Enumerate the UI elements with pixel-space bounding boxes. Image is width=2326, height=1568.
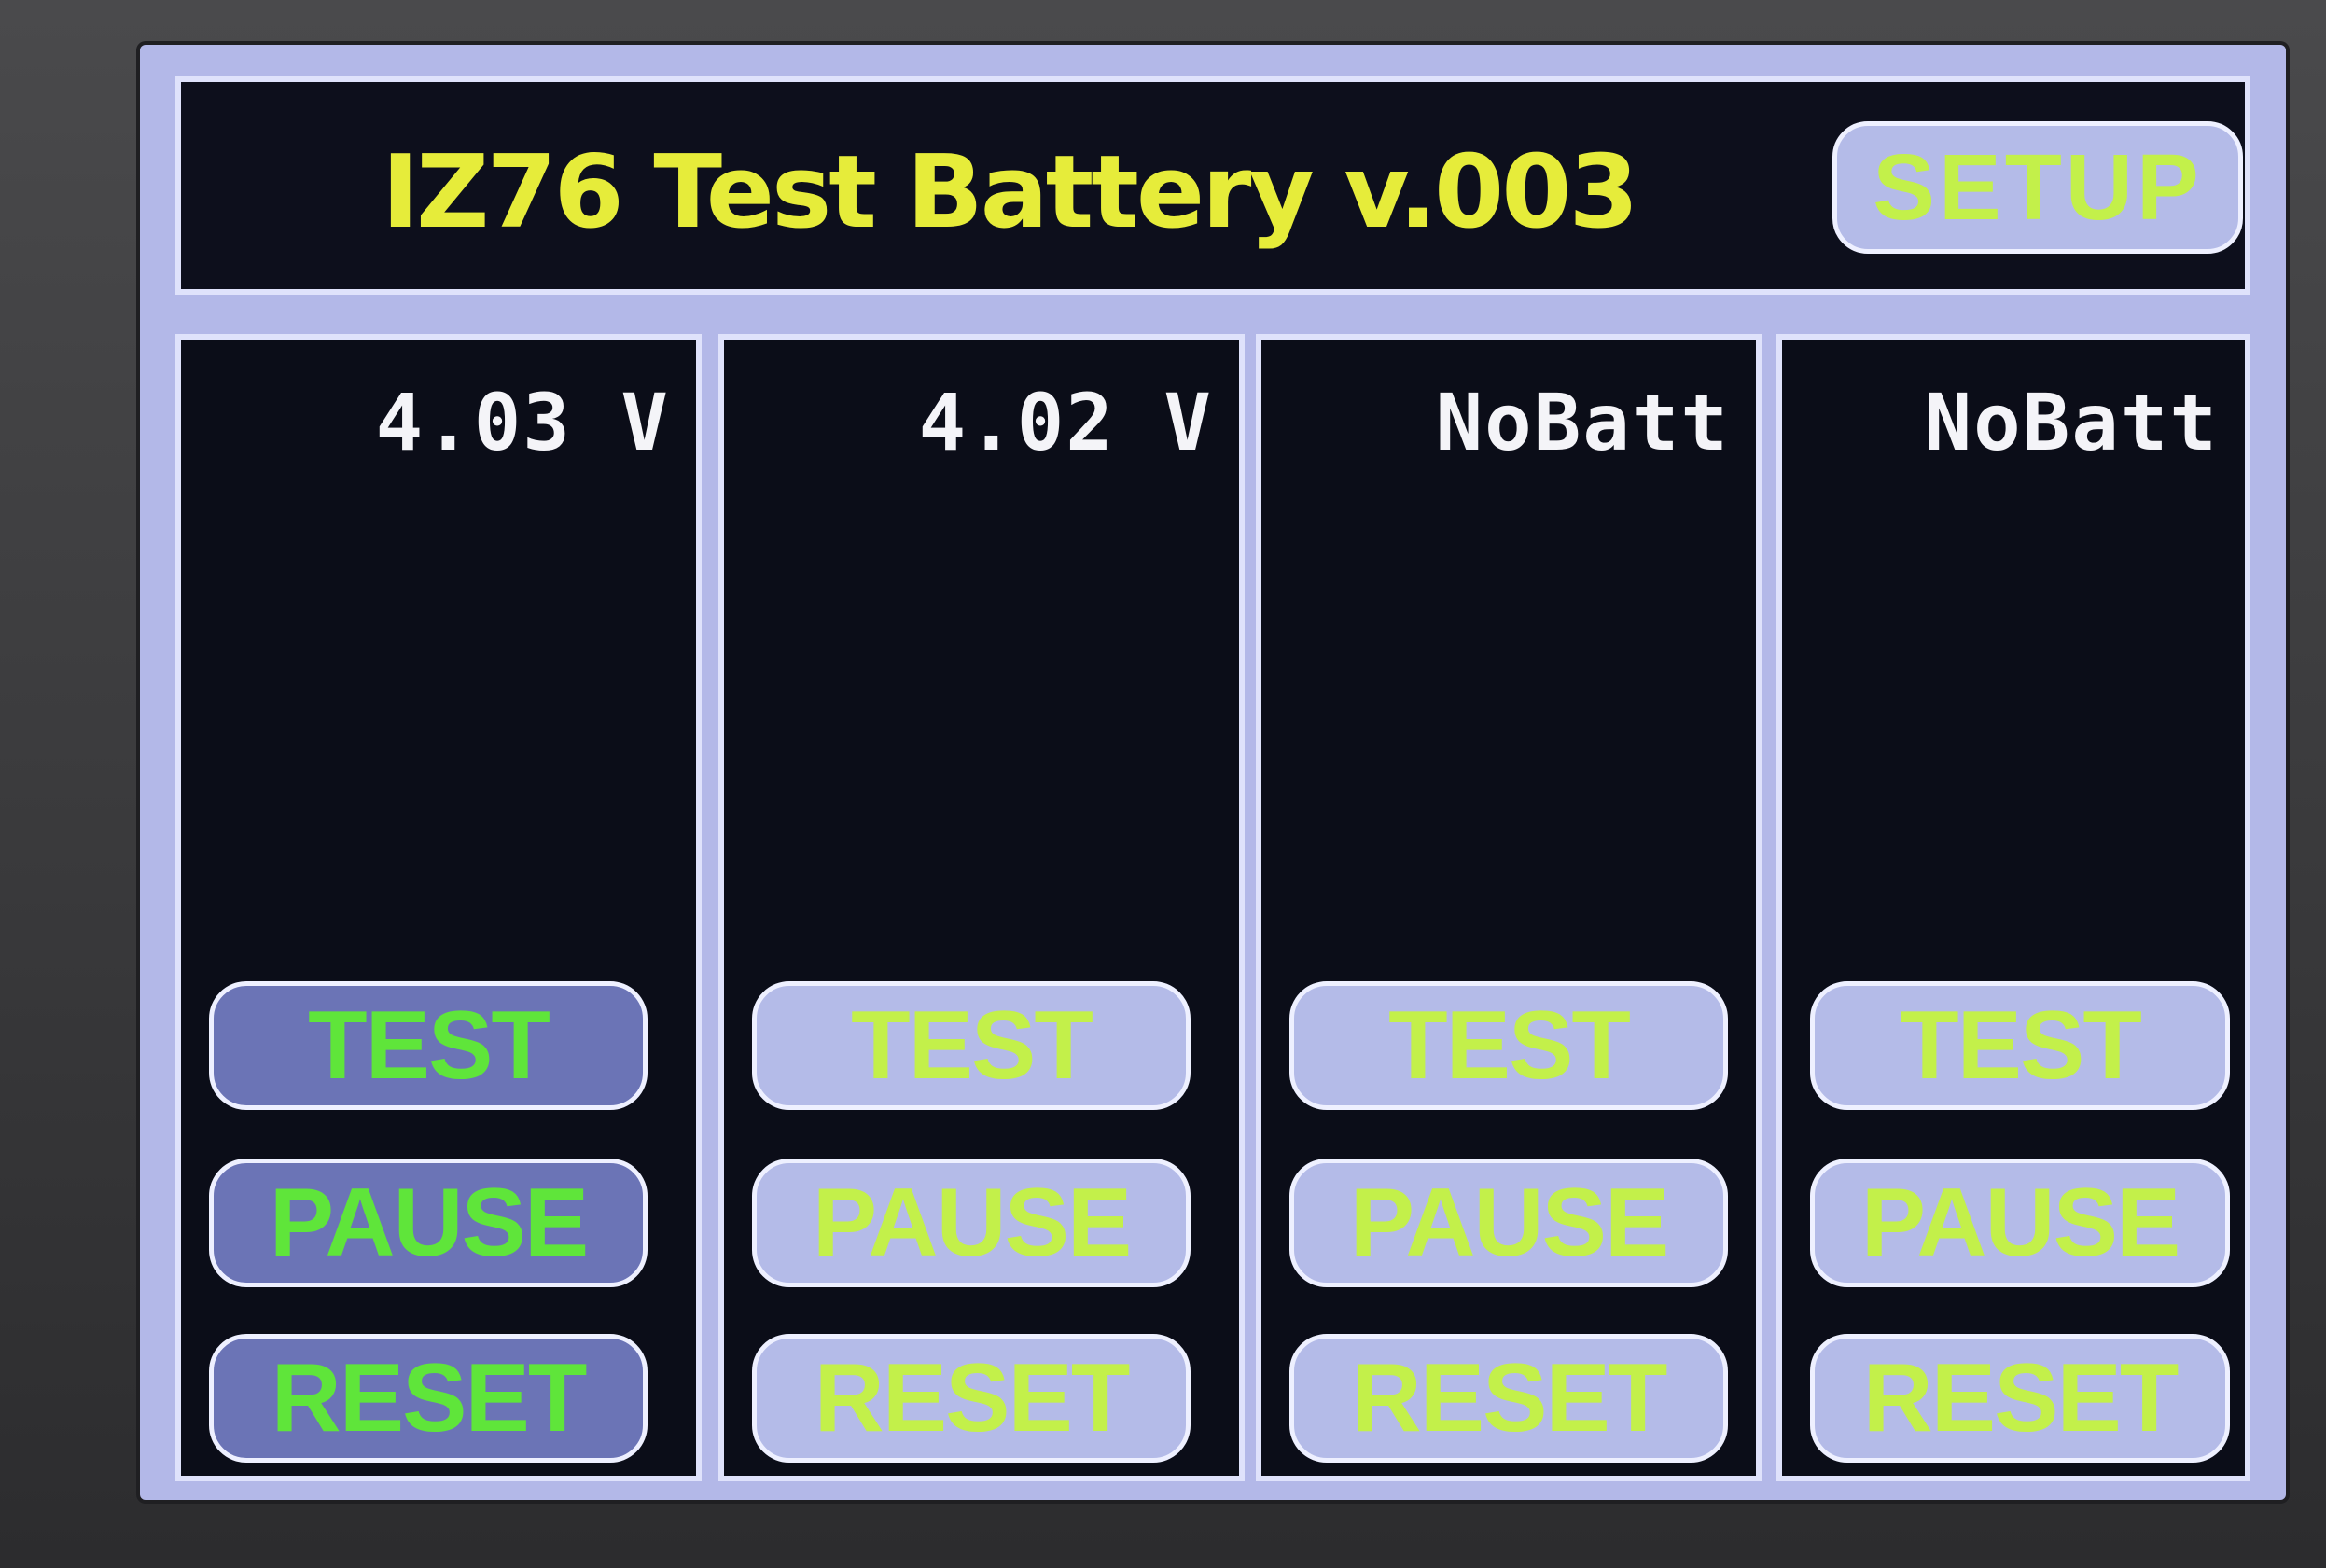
channel-2-reset-button[interactable]: RESET	[752, 1334, 1191, 1463]
channel-2-pause-button[interactable]: PAUSE	[752, 1159, 1191, 1287]
channel-3-voltage: NoBatt	[1435, 377, 1730, 468]
channel-3-reset-button[interactable]: RESET	[1289, 1334, 1728, 1463]
app-title: IZ76 Test Battery v.003	[382, 134, 1638, 251]
channel-4-pause-button[interactable]: PAUSE	[1810, 1159, 2230, 1287]
channel-2-test-button[interactable]: TEST	[752, 981, 1191, 1110]
setup-button[interactable]: SETUP	[1832, 121, 2243, 254]
channel-1-panel: 4.03 V TEST PAUSE RESET	[175, 334, 702, 1481]
header-bar: IZ76 Test Battery v.003 SETUP	[175, 76, 2250, 295]
channel-4-test-button[interactable]: TEST	[1810, 981, 2230, 1110]
channel-1-test-button[interactable]: TEST	[209, 981, 648, 1110]
channel-2-voltage: 4.02 V	[918, 377, 1213, 468]
channel-1-reset-button[interactable]: RESET	[209, 1334, 648, 1463]
channel-3-panel: NoBatt TEST PAUSE RESET	[1256, 334, 1762, 1481]
channel-4-voltage: NoBatt	[1924, 377, 2219, 468]
channel-3-pause-button[interactable]: PAUSE	[1289, 1159, 1728, 1287]
channel-4-panel: NoBatt TEST PAUSE RESET	[1776, 334, 2250, 1481]
channel-3-test-button[interactable]: TEST	[1289, 981, 1728, 1110]
channel-4-reset-button[interactable]: RESET	[1810, 1334, 2230, 1463]
lcd-screen: IZ76 Test Battery v.003 SETUP 4.03 V TES…	[140, 45, 2286, 1500]
channel-2-panel: 4.02 V TEST PAUSE RESET	[718, 334, 1245, 1481]
channel-1-voltage: 4.03 V	[375, 377, 670, 468]
channel-1-pause-button[interactable]: PAUSE	[209, 1159, 648, 1287]
